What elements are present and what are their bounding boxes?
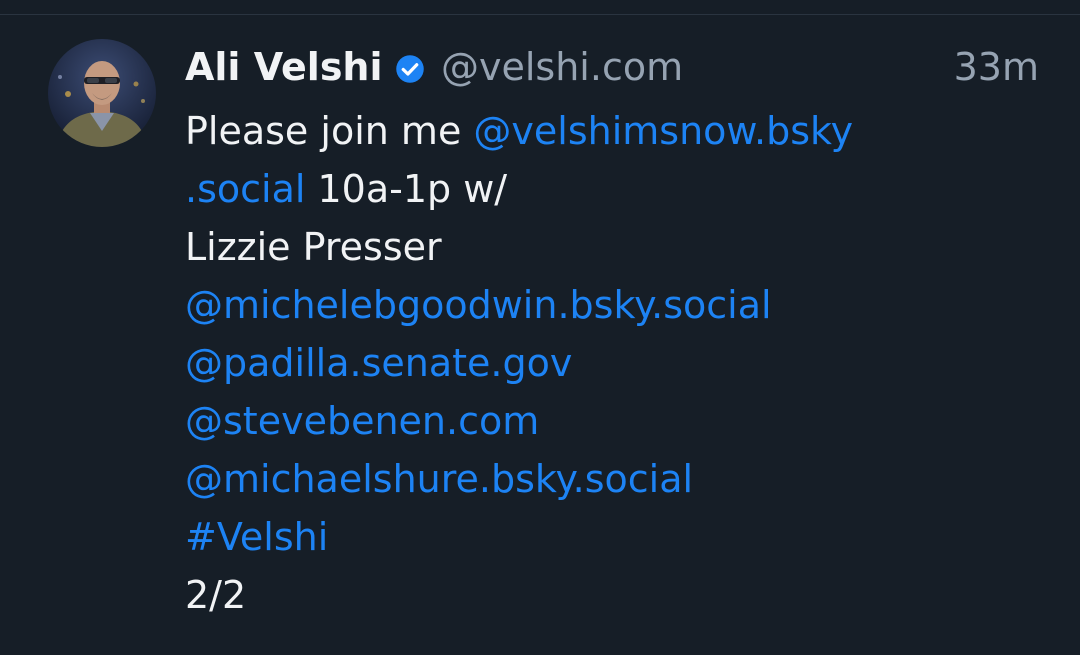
avatar[interactable] [48,39,156,147]
mention-link-padilla[interactable]: @padilla.senate.gov [185,334,965,392]
post-item[interactable]: Ali Velshi @velshi.com 33m Please join m… [0,15,1080,655]
author-handle[interactable]: @velshi.com [441,45,683,89]
post-header: Ali Velshi @velshi.com 33m [185,39,1045,95]
post-line-3: Lizzie Presser [185,225,442,269]
verified-check-icon[interactable] [395,54,425,84]
mention-link-michelebgoodwin[interactable]: @michelebgoodwin.bsky.social [185,276,965,334]
hashtag-link-velshi[interactable]: #Velshi [185,508,965,566]
author-display-name[interactable]: Ali Velshi [185,45,383,89]
post-text: Please join me @velshimsnow.bsky .social… [185,102,965,624]
post-timestamp[interactable]: 33m [954,45,1039,89]
mention-link-stevebenen[interactable]: @stevebenen.com [185,392,965,450]
mention-link-velshimsnow-continued[interactable]: .social [185,167,305,211]
mention-link-velshimsnow[interactable]: @velshimsnow.bsky [473,109,853,153]
post-line-2: .social 10a-1p w/ [185,160,965,218]
post-text-segment: Please join me [185,109,474,153]
mention-link-michaelshure[interactable]: @michaelshure.bsky.social [185,450,965,508]
post-text-segment: 10a-1p w/ [305,167,508,211]
thread-counter: 2/2 [185,573,247,617]
avatar-photo [48,39,156,147]
post-line-1: Please join me @velshimsnow.bsky [185,102,965,160]
